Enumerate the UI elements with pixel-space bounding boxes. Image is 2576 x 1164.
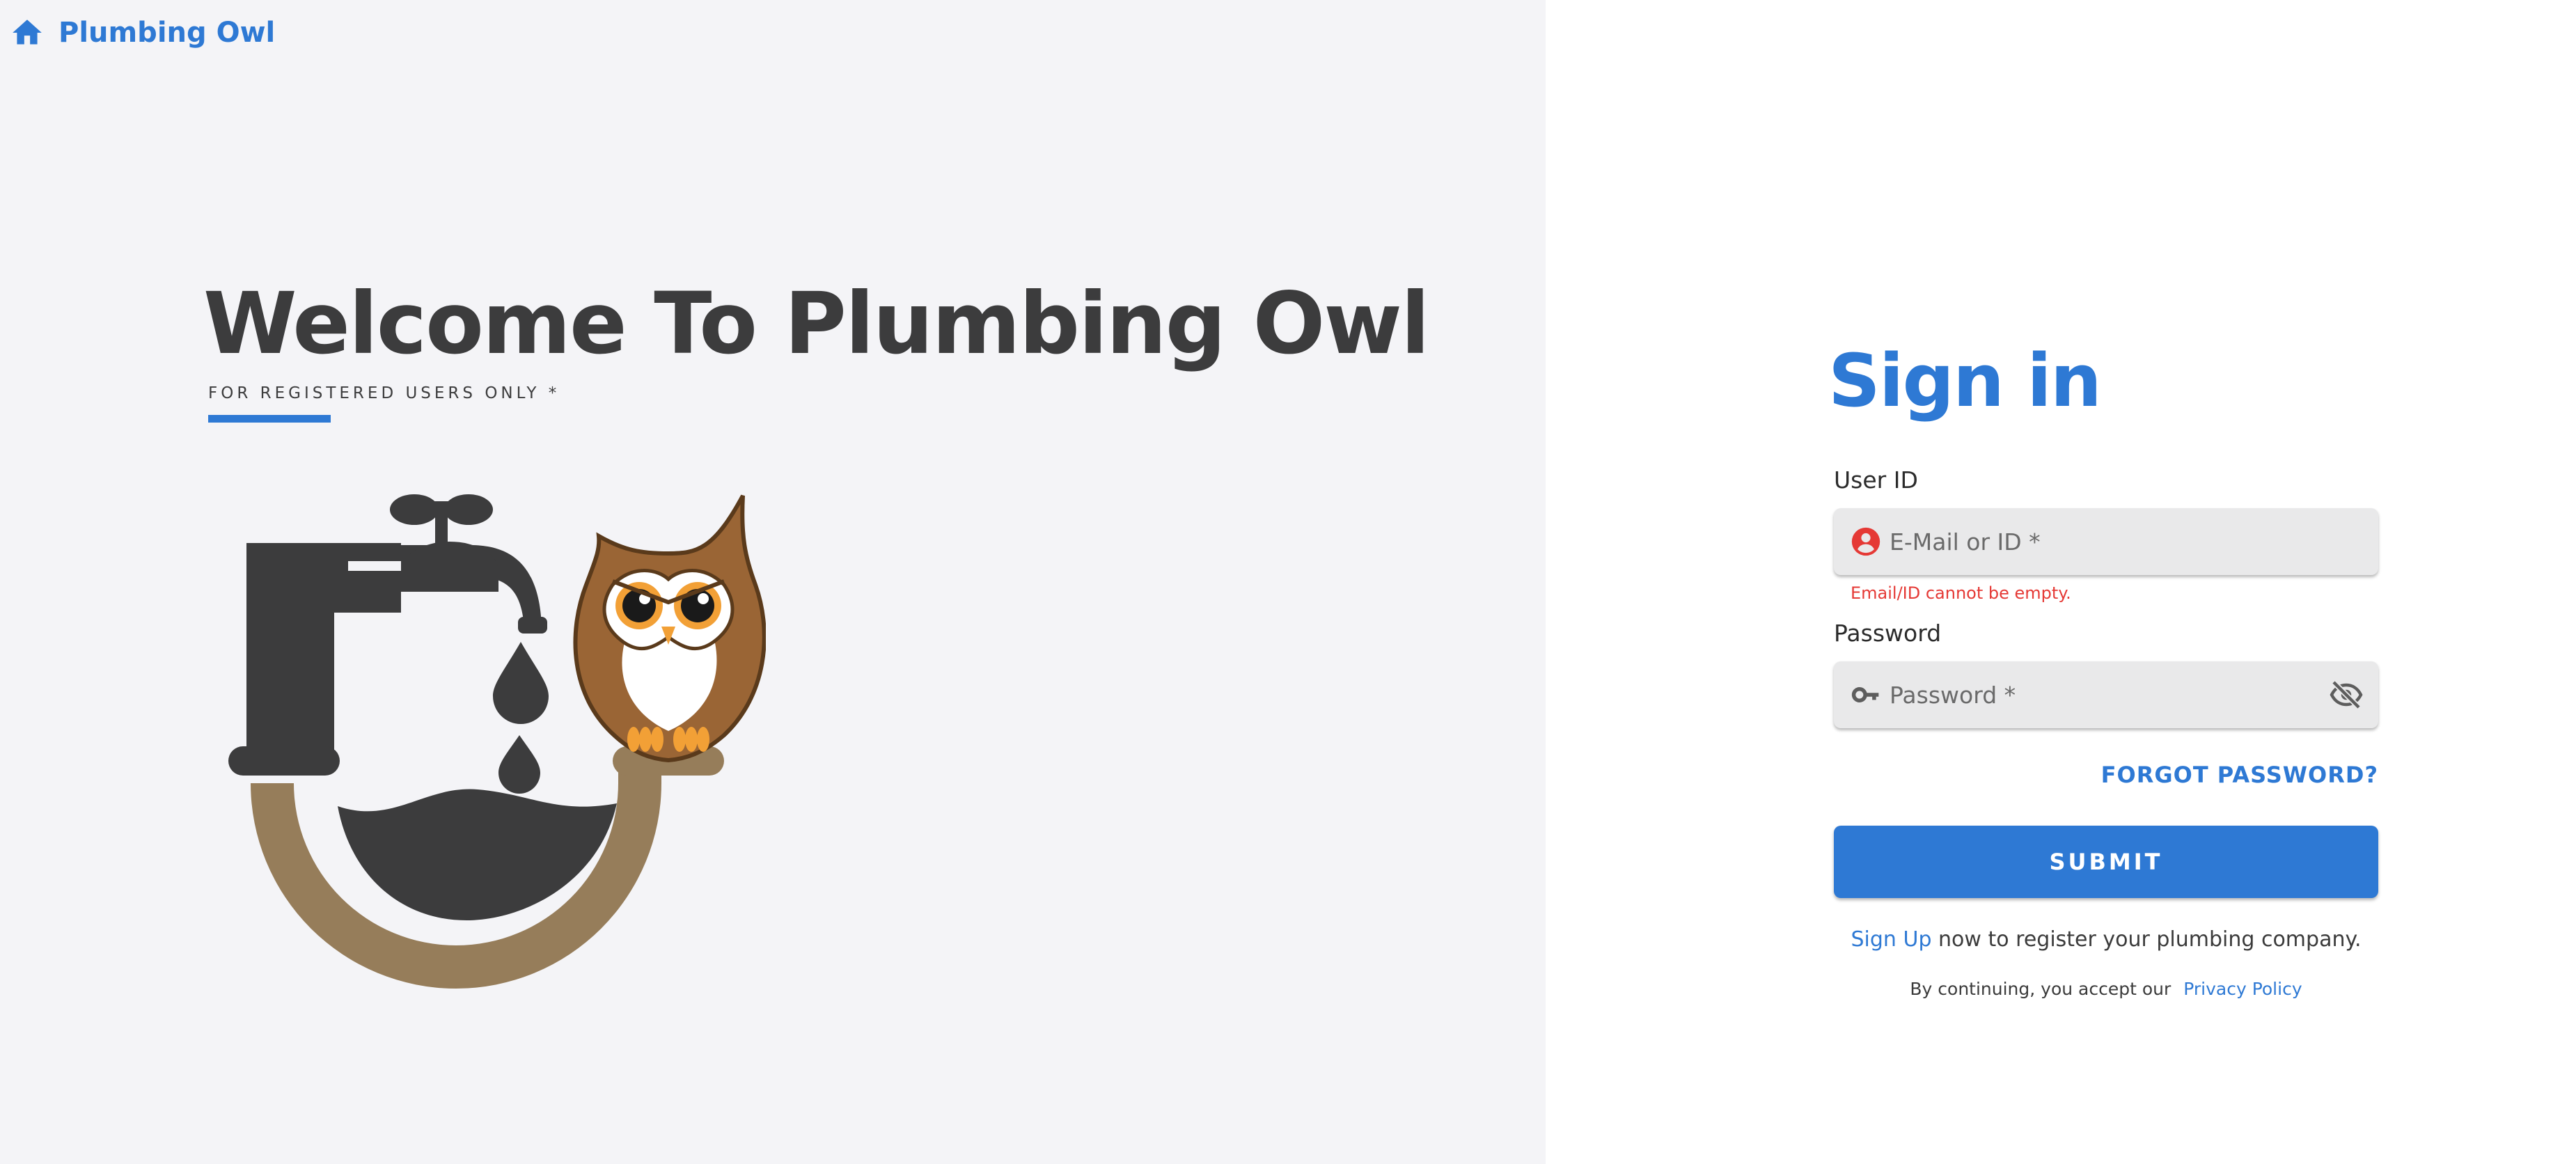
eye-off-icon[interactable] bbox=[2330, 678, 2363, 711]
brand-home-link[interactable]: Plumbing Owl bbox=[10, 15, 275, 50]
signin-title: Sign in bbox=[1828, 338, 2102, 423]
welcome-panel: Plumbing Owl Welcome To Plumbing Owl FOR… bbox=[0, 0, 1546, 1164]
user-id-label: User ID bbox=[1834, 466, 1918, 494]
password-field[interactable] bbox=[1834, 661, 2378, 728]
brand-name: Plumbing Owl bbox=[58, 17, 276, 49]
welcome-title: Welcome To Plumbing Owl bbox=[203, 274, 1430, 373]
key-icon bbox=[1851, 687, 1879, 702]
submit-button[interactable]: SUBMIT bbox=[1834, 826, 2378, 898]
subtitle-underline bbox=[208, 415, 331, 423]
user-id-input[interactable] bbox=[1888, 508, 2320, 575]
password-input[interactable] bbox=[1888, 661, 2320, 728]
signup-text: now to register your plumbing company. bbox=[1938, 927, 2362, 952]
account-circle-icon bbox=[1851, 527, 1880, 556]
signin-panel: Sign in User ID Email/ID cannot be empty… bbox=[1546, 0, 2576, 1164]
forgot-password-link[interactable]: FORGOT PASSWORD? bbox=[2101, 762, 2378, 788]
signup-link[interactable]: Sign Up bbox=[1851, 927, 1932, 952]
home-icon bbox=[13, 19, 42, 45]
user-id-error: Email/ID cannot be empty. bbox=[1851, 583, 2071, 603]
signup-prompt: Sign Up now to register your plumbing co… bbox=[1834, 927, 2378, 952]
faucet-owl-logo bbox=[228, 494, 766, 989]
login-page: Plumbing Owl Welcome To Plumbing Owl FOR… bbox=[0, 0, 2576, 1164]
password-label: Password bbox=[1834, 620, 1942, 647]
policy-notice: By continuing, you accept our Privacy Po… bbox=[1834, 979, 2378, 999]
policy-text: By continuing, you accept our bbox=[1910, 979, 2171, 999]
user-id-field[interactable] bbox=[1834, 508, 2378, 575]
privacy-policy-link[interactable]: Privacy Policy bbox=[2183, 979, 2302, 999]
registered-users-subtitle: FOR REGISTERED USERS ONLY * bbox=[208, 384, 560, 402]
